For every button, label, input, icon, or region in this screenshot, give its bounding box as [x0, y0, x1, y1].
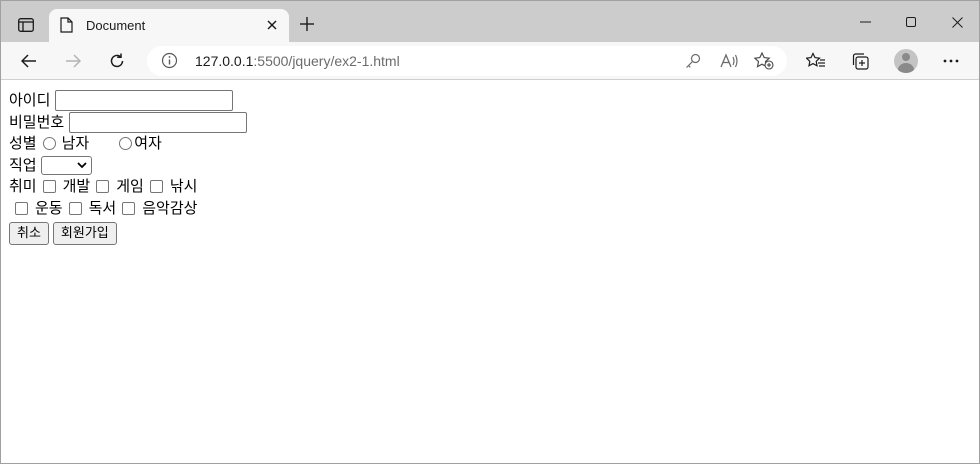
gender-label: 성별: [9, 134, 37, 152]
gender-radio-male[interactable]: [42, 137, 56, 151]
tab-actions-icon[interactable]: [11, 11, 41, 39]
url-path: :5500/jquery/ex2-1.html: [253, 53, 400, 69]
password-input[interactable]: [69, 111, 248, 133]
button-row: 취소 회원가입: [9, 221, 971, 245]
minimize-icon[interactable]: [850, 9, 880, 35]
password-row: 비밀번호: [9, 111, 971, 134]
key-icon[interactable]: [683, 51, 703, 71]
browser-toolbar: 127.0.0.1:5500/jquery/ex2-1.html: [1, 42, 979, 80]
tab-title: Document: [86, 18, 146, 33]
url-host: 127.0.0.1: [195, 53, 254, 69]
plus-icon[interactable]: [296, 13, 318, 35]
info-icon[interactable]: [161, 52, 178, 73]
job-select[interactable]: [40, 155, 92, 175]
hobby-checkbox-exercise[interactable]: [15, 201, 28, 215]
hobby-checkbox-dev[interactable]: [42, 180, 56, 194]
url-text[interactable]: 127.0.0.1:5500/jquery/ex2-1.html: [195, 53, 400, 69]
browser-window: Document 127.0.0.1:5500/jquery/ex2-1.htm…: [0, 0, 980, 464]
id-input[interactable]: [55, 90, 234, 112]
hobby-checkbox-fishing[interactable]: [149, 180, 163, 194]
forward-arrow-icon[interactable]: [59, 47, 87, 75]
hobby-checkbox-reading[interactable]: [68, 201, 82, 215]
refresh-icon[interactable]: [103, 47, 131, 75]
password-label: 비밀번호: [9, 112, 65, 131]
id-label: 아이디: [9, 91, 51, 109]
close-icon[interactable]: [263, 16, 281, 34]
page-content: 아이디 비밀번호 성별 남자 여자 직업 취미 개발 게임 낚시 운동 독서 음…: [1, 81, 979, 463]
hobby-option-game: 게임: [116, 177, 144, 195]
hobby-row-2: 운동 독서 음악감상: [9, 198, 971, 220]
tab-strip: Document: [1, 1, 979, 42]
profile-avatar[interactable]: [894, 49, 918, 73]
hobby-option-music: 음악감상: [142, 198, 198, 217]
job-label: 직업: [9, 155, 37, 174]
collections-icon[interactable]: [846, 47, 874, 75]
star-add-icon[interactable]: [754, 51, 774, 71]
hobby-label: 취미: [9, 177, 37, 195]
id-row: 아이디: [9, 90, 971, 112]
address-bar[interactable]: 127.0.0.1:5500/jquery/ex2-1.html: [147, 46, 787, 76]
cancel-button[interactable]: 취소: [9, 221, 49, 245]
gender-option-male: 남자: [61, 134, 90, 152]
hobby-option-dev: 개발: [62, 177, 91, 195]
close-icon[interactable]: [942, 9, 972, 35]
hobby-checkbox-game[interactable]: [96, 180, 110, 194]
document-icon: [60, 17, 73, 37]
signup-button[interactable]: 회원가입: [52, 221, 117, 245]
hobby-option-fishing: 낚시: [169, 177, 198, 195]
more-icon[interactable]: [937, 47, 965, 75]
hobby-option-reading: 독서: [88, 198, 117, 217]
read-aloud-icon[interactable]: [719, 51, 739, 71]
gender-radio-female[interactable]: [119, 137, 133, 151]
maximize-icon[interactable]: [896, 9, 926, 35]
hobby-checkbox-music[interactable]: [122, 201, 136, 215]
hobby-option-exercise: 운동: [35, 198, 63, 217]
back-arrow-icon[interactable]: [15, 47, 43, 75]
gender-option-female: 여자: [134, 134, 162, 152]
job-row: 직업: [9, 155, 971, 177]
hobby-row-1: 취미 개발 게임 낚시: [9, 176, 971, 198]
gender-row: 성별 남자 여자: [9, 133, 971, 155]
chevron-down-icon: [76, 162, 87, 169]
favorites-icon[interactable]: [802, 47, 830, 75]
browser-tab[interactable]: Document: [49, 9, 289, 42]
